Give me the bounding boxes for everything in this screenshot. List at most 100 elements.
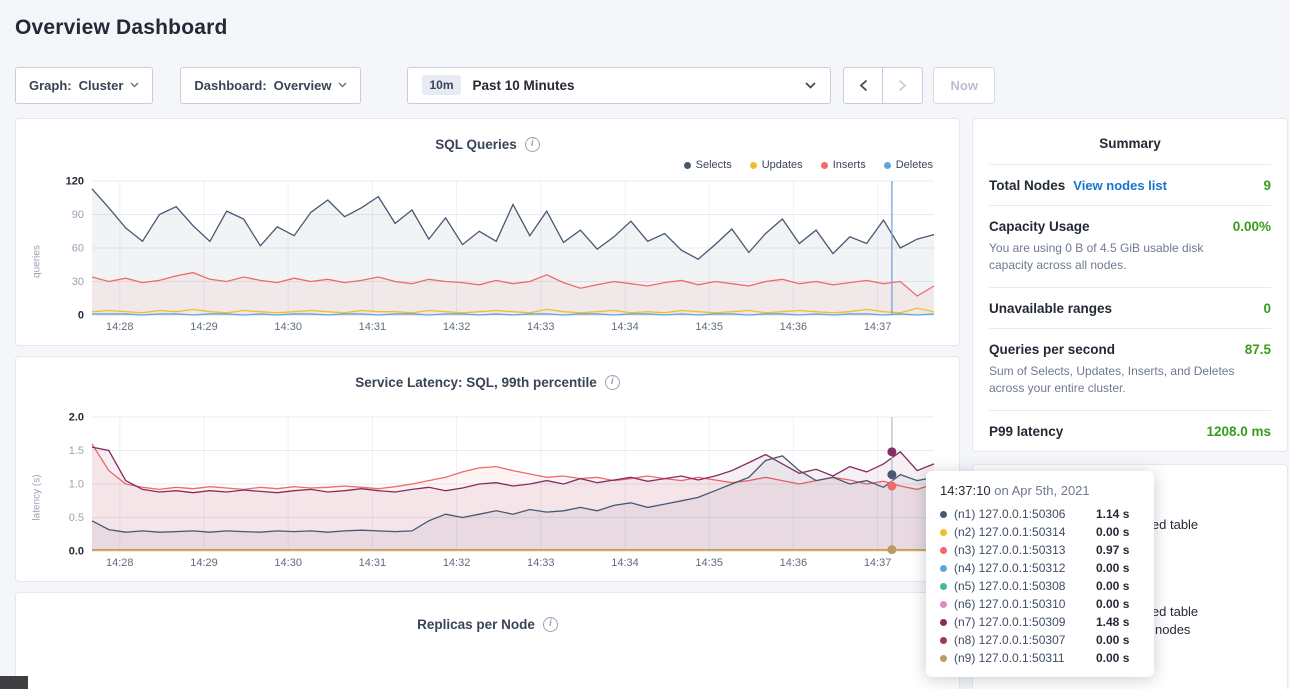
replicas-chart-title: Replicas per Node <box>417 617 535 632</box>
summary-row-value: 9 <box>1263 178 1271 193</box>
summary-row-value: 0.00% <box>1233 219 1271 234</box>
svg-text:1.0: 1.0 <box>69 479 84 491</box>
svg-text:14:32: 14:32 <box>443 557 471 569</box>
summary-row: Queries per second87.5Sum of Selects, Up… <box>989 328 1271 410</box>
legend-name: Deletes <box>896 159 933 171</box>
node-address: (n3) 127.0.0.1:50313 <box>954 543 1090 557</box>
summary-row-value: 87.5 <box>1245 342 1271 357</box>
legend-item-selects[interactable]: Selects <box>684 159 732 171</box>
svg-text:1.5: 1.5 <box>69 445 84 457</box>
legend-dot <box>750 162 757 169</box>
tooltip-node-row: (n2) 127.0.0.1:503140.00 s <box>940 523 1140 541</box>
svg-text:14:37: 14:37 <box>864 557 892 569</box>
legend-name: Inserts <box>833 159 866 171</box>
summary-row-value: 1208.0 ms <box>1206 424 1271 439</box>
summary-row-label: Queries per second <box>989 342 1115 357</box>
tooltip-timestamp: 14:37:10 on Apr 5th, 2021 <box>940 483 1140 498</box>
time-nav-group <box>843 67 923 104</box>
svg-text:0.5: 0.5 <box>69 512 84 524</box>
tooltip-node-row: (n6) 127.0.0.1:50310 0.00 s <box>940 595 1140 613</box>
svg-text:14:34: 14:34 <box>611 321 639 333</box>
node-color-dot <box>940 601 947 608</box>
time-prev-button[interactable] <box>843 67 883 104</box>
svg-text:14:35: 14:35 <box>695 557 723 569</box>
sql-queries-chart[interactable]: 14:2814:2914:3014:3114:3214:3314:3414:35… <box>46 175 944 337</box>
svg-text:30: 30 <box>72 276 84 288</box>
node-color-dot <box>940 637 947 644</box>
chevron-down-icon <box>338 82 347 88</box>
chart-hover-tooltip: 14:37:10 on Apr 5th, 2021 (n1) 127.0.0.1… <box>926 471 1154 677</box>
svg-text:14:30: 14:30 <box>274 321 302 333</box>
node-color-dot <box>940 565 947 572</box>
replicas-chart-card: Replicas per Node i <box>15 592 960 689</box>
time-range-badge: 10m <box>422 75 460 95</box>
info-icon[interactable]: i <box>543 617 558 632</box>
node-latency-value: 0.00 s <box>1096 579 1140 593</box>
svg-text:14:36: 14:36 <box>780 321 808 333</box>
dashboard-dropdown-label: Dashboard: <box>194 78 266 93</box>
node-latency-value: 0.97 s <box>1096 543 1140 557</box>
legend-dot <box>684 162 691 169</box>
sql-queries-legend: Selects Updates Inserts Deletes <box>28 157 947 173</box>
dashboard-dropdown-value: Overview <box>274 78 332 93</box>
tooltip-node-row: (n7) 127.0.0.1:503091.48 s <box>940 613 1140 631</box>
page-title: Overview Dashboard <box>0 0 1290 40</box>
sql-queries-chart-card: SQL Queries i Selects Updates Inserts Delet… <box>15 118 960 346</box>
node-address: (n8) 127.0.0.1:50307 <box>954 633 1090 647</box>
node-address: (n6) 127.0.0.1:50310 <box>954 597 1090 611</box>
svg-text:14:30: 14:30 <box>274 557 302 569</box>
summary-row: Unavailable ranges 0 <box>989 287 1271 328</box>
dashboard-dropdown[interactable]: Dashboard: Overview <box>180 67 361 104</box>
view-nodes-list-link[interactable]: View nodes list <box>1073 178 1167 193</box>
svg-text:14:37: 14:37 <box>864 321 892 333</box>
now-button[interactable]: Now <box>933 67 994 104</box>
node-latency-value: 1.14 s <box>1096 507 1140 521</box>
node-address: (n9) 127.0.0.1:50311 <box>954 651 1090 665</box>
summary-row-value: 0 <box>1263 301 1271 316</box>
svg-text:14:29: 14:29 <box>190 321 218 333</box>
time-range-picker[interactable]: 10m Past 10 Minutes <box>407 67 831 104</box>
overview-dashboard-page: Overview Dashboard Graph: Cluster Dashbo… <box>0 0 1290 689</box>
summary-row-label: Unavailable ranges <box>989 301 1112 316</box>
svg-text:60: 60 <box>72 243 84 255</box>
node-latency-value: 0.00 s <box>1096 561 1140 575</box>
legend-item-updates[interactable]: Updates <box>750 159 803 171</box>
latency-chart[interactable]: 14:2814:2914:3014:3114:3214:3314:3414:35… <box>46 411 944 573</box>
legend-item-deletes[interactable]: Deletes <box>884 159 933 171</box>
tooltip-node-row: (n3) 127.0.0.1:50313 0.97 s <box>940 541 1140 559</box>
latency-chart-title: Service Latency: SQL, 99th percentile <box>355 375 597 390</box>
legend-name: Selects <box>696 159 732 171</box>
node-latency-value: 1.48 s <box>1096 615 1140 629</box>
chevron-down-icon <box>130 82 139 88</box>
svg-text:90: 90 <box>72 209 84 221</box>
partial-element-bottom-left <box>0 676 28 689</box>
node-address: (n1) 127.0.0.1:50306 <box>954 507 1090 521</box>
info-icon[interactable]: i <box>605 375 620 390</box>
legend-name: Updates <box>762 159 803 171</box>
summary-row-label: Total Nodes <box>989 178 1065 193</box>
summary-title: Summary <box>989 119 1271 164</box>
legend-item-inserts[interactable]: Inserts <box>821 159 866 171</box>
tooltip-node-row: (n5) 127.0.0.1:50308 0.00 s <box>940 577 1140 595</box>
time-next-button[interactable] <box>883 67 923 104</box>
graph-dropdown[interactable]: Graph: Cluster <box>15 67 153 104</box>
charts-column: SQL Queries i Selects Updates Inserts Delet… <box>15 118 960 689</box>
node-latency-value: 0.00 s <box>1096 597 1140 611</box>
sql-queries-chart-title: SQL Queries <box>435 137 517 152</box>
svg-text:14:29: 14:29 <box>190 557 218 569</box>
node-color-dot <box>940 619 947 626</box>
node-color-dot <box>940 655 947 662</box>
time-range-label: Past 10 Minutes <box>473 78 806 93</box>
node-address: (n5) 127.0.0.1:50308 <box>954 579 1090 593</box>
info-icon[interactable]: i <box>525 137 540 152</box>
legend-dot <box>884 162 891 169</box>
node-color-dot <box>940 529 947 536</box>
summary-row: Total Nodes View nodes list 9 <box>989 164 1271 205</box>
chevron-down-icon <box>805 82 816 89</box>
tooltip-time: 14:37:10 <box>940 483 991 498</box>
node-color-dot <box>940 511 947 518</box>
legend-dot <box>821 162 828 169</box>
node-address: (n2) 127.0.0.1:50314 <box>954 525 1090 539</box>
tooltip-node-row: (n4) 127.0.0.1:503120.00 s <box>940 559 1140 577</box>
svg-text:2.0: 2.0 <box>69 412 84 424</box>
